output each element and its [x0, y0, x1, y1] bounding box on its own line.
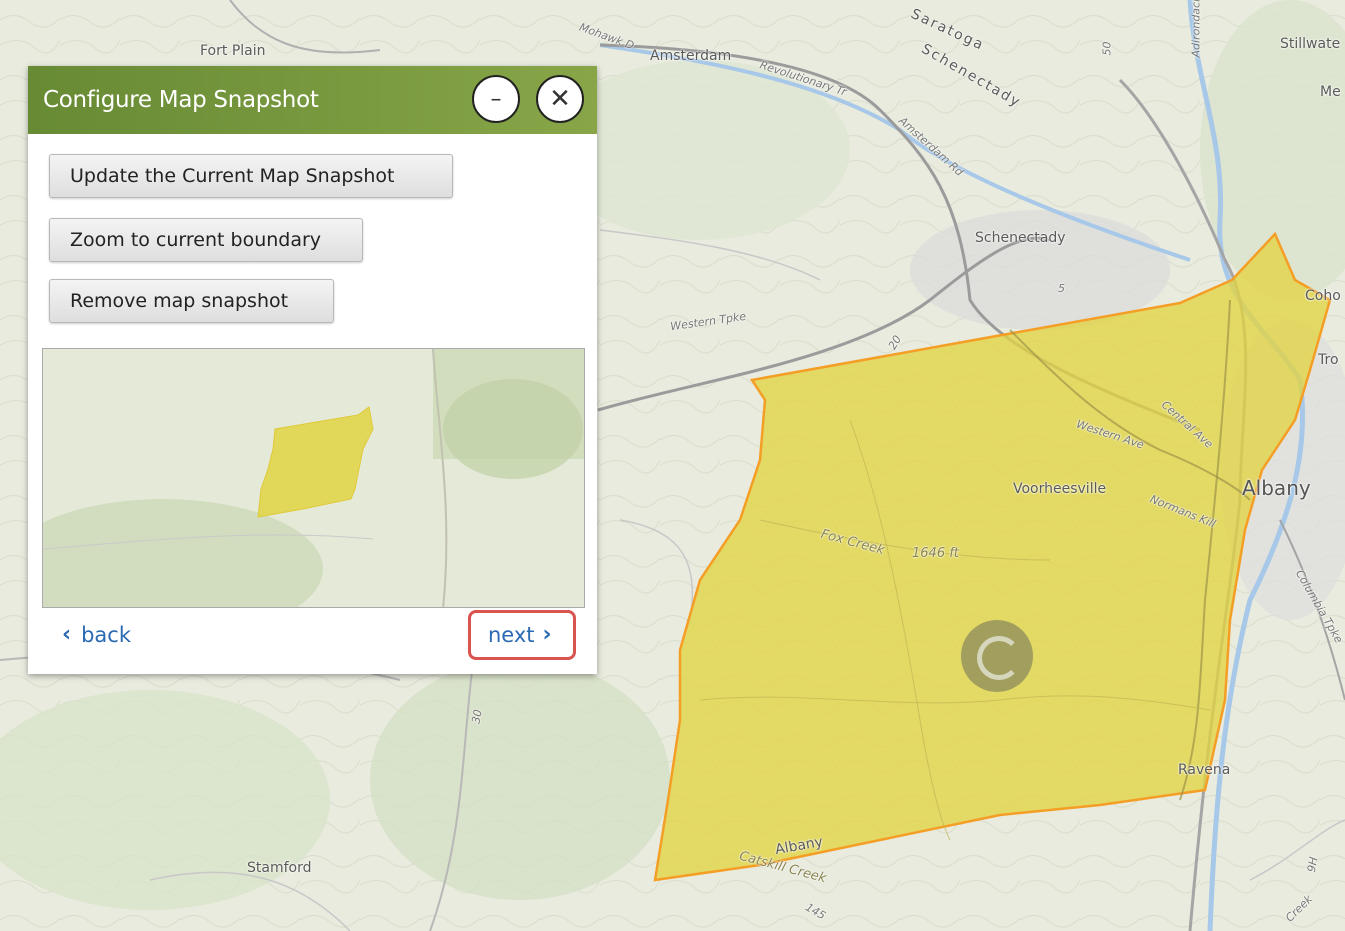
- elevation-label: 1646 ft: [912, 546, 959, 561]
- close-button[interactable]: ✕: [536, 75, 584, 123]
- close-icon: ✕: [549, 84, 571, 114]
- zoom-to-boundary-button[interactable]: Zoom to current boundary: [49, 218, 363, 262]
- panel-title: Configure Map Snapshot: [43, 87, 319, 113]
- road-label: 30: [469, 708, 485, 725]
- place-label: Albany: [1242, 476, 1311, 500]
- back-link[interactable]: ‹ back: [62, 622, 131, 647]
- place-label: Coho: [1305, 288, 1341, 304]
- chevron-right-icon: ›: [542, 622, 552, 647]
- place-label: Amsterdam: [650, 48, 732, 64]
- minimize-button[interactable]: –: [472, 75, 520, 123]
- snapshot-preview: [42, 348, 585, 608]
- chevron-left-icon: ‹: [62, 622, 72, 647]
- loading-spinner-icon: [961, 620, 1033, 692]
- next-link[interactable]: next ›: [488, 622, 552, 647]
- place-label: Stillwate: [1280, 36, 1341, 52]
- road-label: 9H: [1304, 855, 1321, 874]
- remove-snapshot-button[interactable]: Remove map snapshot: [49, 279, 334, 323]
- place-label: Stamford: [247, 860, 312, 876]
- panel-header: Configure Map Snapshot – ✕: [28, 66, 597, 134]
- place-label: Me: [1320, 84, 1341, 100]
- place-label: Tro: [1318, 352, 1339, 368]
- place-label: Voorheesville: [1013, 481, 1107, 497]
- next-label: next: [488, 622, 535, 647]
- road-label: Adirondack: [1189, 0, 1203, 58]
- snapshot-preview-map: [43, 349, 584, 607]
- road-label: 5: [1058, 282, 1065, 295]
- place-label: Schenectady: [975, 230, 1066, 246]
- update-snapshot-button[interactable]: Update the Current Map Snapshot: [49, 154, 453, 198]
- place-label: Ravena: [1178, 762, 1231, 778]
- place-label: Fort Plain: [200, 43, 266, 59]
- minus-icon: –: [490, 86, 502, 112]
- configure-map-snapshot-panel: Configure Map Snapshot – ✕ Update the Cu…: [28, 66, 597, 674]
- back-label: back: [81, 622, 131, 647]
- road-label: 50: [1100, 41, 1114, 56]
